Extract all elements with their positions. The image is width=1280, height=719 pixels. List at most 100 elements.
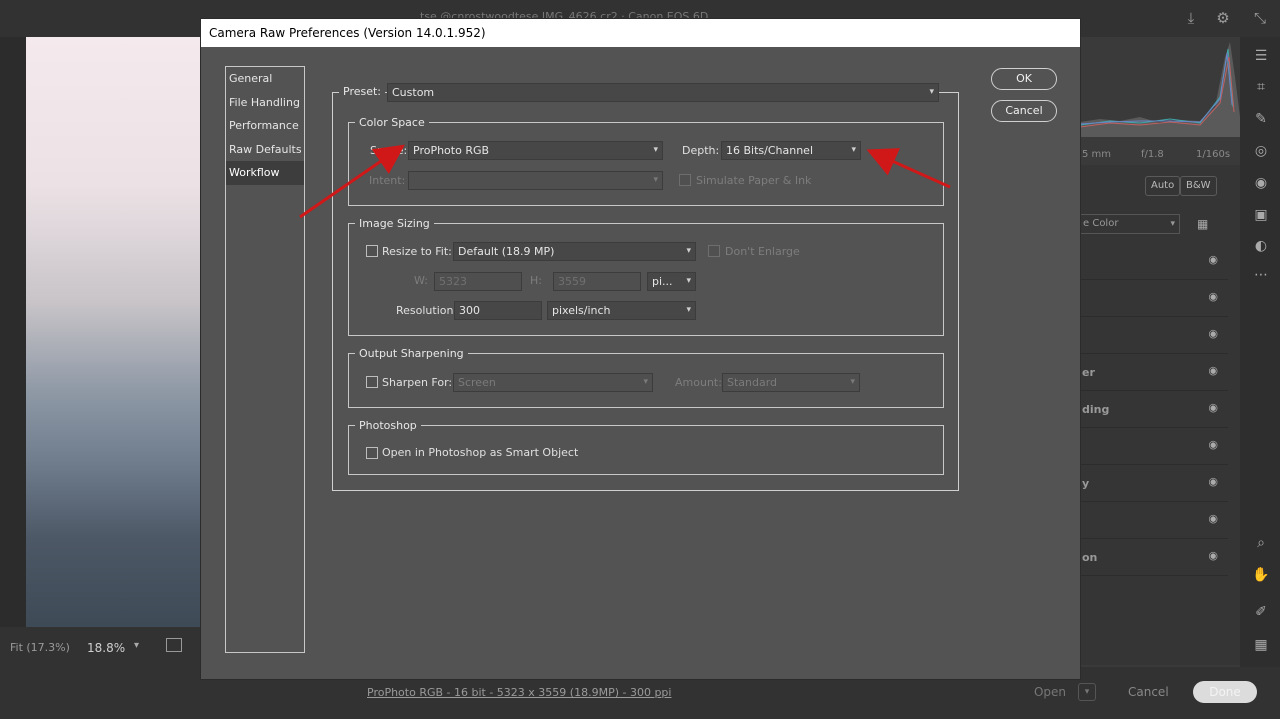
resolution-input[interactable]: 300 [454,301,542,320]
panel-row[interactable]: ◉ [1080,428,1228,465]
more-icon[interactable]: ⋯ [1252,266,1270,284]
simulate-paper-checkbox[interactable] [679,174,691,186]
panel-row[interactable]: ding ◉ [1080,391,1228,428]
hand-icon[interactable]: ✋ [1252,566,1270,584]
zoom-icon[interactable]: ⌕ [1252,534,1270,552]
depth-select[interactable]: 16 Bits/Channel ▾ [721,141,861,160]
category-raw-defaults[interactable]: Raw Defaults [226,138,304,162]
collapse-icon[interactable]: ⤡ [1250,8,1270,28]
chevron-down-icon: ▾ [686,246,691,256]
space-select[interactable]: ProPhoto RGB ▾ [408,141,663,160]
chevron-down-icon: ▾ [686,276,691,286]
eye-icon[interactable]: ◉ [1208,438,1218,451]
image-sizing-title: Image Sizing [355,217,434,230]
filmstrip-icon[interactable] [166,638,182,652]
cancel-button[interactable]: Cancel [991,100,1057,122]
preset-select[interactable]: Custom ▾ [387,83,939,102]
dont-enlarge-label: Don't Enlarge [725,245,800,258]
eye-icon[interactable]: ◉ [1208,475,1218,488]
preferences-dialog: Camera Raw Preferences (Version 14.0.1.9… [200,18,1081,680]
image-left-strip [0,37,26,627]
eye-icon[interactable]: ◉ [1208,290,1218,303]
bw-button[interactable]: B&W [1180,176,1217,196]
sharpen-for-checkbox[interactable] [366,376,378,388]
photo-preview [26,37,200,627]
sampler-icon[interactable]: ✐ [1252,603,1270,621]
snapshot-icon[interactable]: ▣ [1252,206,1270,224]
panel-row[interactable]: on ◉ [1080,539,1228,576]
save-icon[interactable]: ⤓ [1181,8,1201,28]
panel-row[interactable]: y ◉ [1080,465,1228,502]
smart-object-checkbox[interactable] [366,447,378,459]
sliders-icon[interactable]: ☰ [1252,47,1270,65]
preset-label: Preset: [339,85,386,98]
resize-to-fit-select[interactable]: Default (18.9 MP) ▾ [453,242,696,261]
chevron-down-icon: ▾ [643,377,648,387]
aperture: f/1.8 [1141,149,1164,160]
eye-icon[interactable]: ◉ [1208,549,1218,562]
profile-value: e Color [1083,218,1119,229]
ok-button[interactable]: OK [991,68,1057,90]
space-label: Space: [370,144,408,157]
cancel-main-button[interactable]: Cancel [1128,685,1169,699]
zoom-fit-label[interactable]: Fit (17.3%) [10,641,70,654]
presets-icon[interactable]: ◐ [1252,237,1270,255]
category-list: General File Handling Performance Raw De… [225,66,305,653]
size-unit-select[interactable]: pi... ▾ [647,272,696,291]
redeye-icon[interactable]: ◉ [1252,174,1270,192]
grid-icon[interactable]: ▦ [1197,217,1208,231]
output-sharpening-title: Output Sharpening [355,347,468,360]
smart-object-label: Open in Photoshop as Smart Object [382,446,579,459]
shutter: 1/160s [1196,149,1231,160]
width-input[interactable]: 5323 [434,272,522,291]
dont-enlarge-checkbox[interactable] [708,245,720,257]
chevron-down-icon: ▾ [653,175,658,185]
mask-icon[interactable]: ◎ [1252,142,1270,160]
open-button[interactable]: Open [1022,681,1078,703]
grid-overlay-icon[interactable]: ▦ [1252,636,1270,654]
color-space-title: Color Space [355,116,429,129]
category-file-handling[interactable]: File Handling [226,91,304,115]
panel-row[interactable]: ◉ [1080,243,1228,280]
chevron-down-icon: ▾ [686,305,691,315]
eye-icon[interactable]: ◉ [1208,512,1218,525]
chevron-down-icon: ▾ [653,145,658,155]
simulate-paper-label: Simulate Paper & Ink [696,174,812,187]
panel-row[interactable]: er ◉ [1080,354,1228,391]
amount-select[interactable]: Standard ▾ [722,373,860,392]
chevron-down-icon: ▾ [1170,219,1175,229]
chevron-down-icon[interactable]: ▾ [1078,683,1096,701]
resolution-unit-select[interactable]: pixels/inch ▾ [547,301,696,320]
done-button[interactable]: Done [1193,681,1257,703]
eye-icon[interactable]: ◉ [1208,327,1218,340]
chevron-down-icon: ▾ [850,377,855,387]
eye-icon[interactable]: ◉ [1208,364,1218,377]
category-workflow[interactable]: Workflow [226,161,304,185]
panel-row[interactable]: ◉ [1080,280,1228,317]
resolution-label: Resolution: [396,304,458,317]
focal-length: 5 mm [1082,149,1112,160]
zoom-value[interactable]: 18.8% [87,641,125,655]
intent-label: Intent: [369,174,406,187]
category-general[interactable]: General [226,67,304,91]
profile-select[interactable]: e Color ▾ [1080,214,1180,234]
height-input[interactable]: 3559 [553,272,641,291]
gear-icon[interactable]: ⚙ [1213,8,1233,28]
histogram [1079,37,1240,137]
eye-icon[interactable]: ◉ [1208,401,1218,414]
category-performance[interactable]: Performance [226,114,304,138]
chevron-down-icon[interactable]: ▾ [134,640,139,651]
amount-label: Amount: [675,376,722,389]
crop-icon[interactable]: ⌗ [1252,78,1270,96]
sharpen-for-select[interactable]: Screen ▾ [453,373,653,392]
panel-row[interactable]: ◉ [1080,502,1228,539]
intent-select[interactable]: ▾ [408,171,663,190]
auto-button[interactable]: Auto [1145,176,1181,196]
width-label: W: [414,274,428,287]
panel-row[interactable]: ◉ [1080,317,1228,354]
depth-label: Depth: [682,144,720,157]
resize-to-fit-checkbox[interactable] [366,245,378,257]
workflow-link[interactable]: ProPhoto RGB - 16 bit - 5323 x 3559 (18.… [367,686,671,699]
healing-icon[interactable]: ✎ [1252,110,1270,128]
eye-icon[interactable]: ◉ [1208,253,1218,266]
